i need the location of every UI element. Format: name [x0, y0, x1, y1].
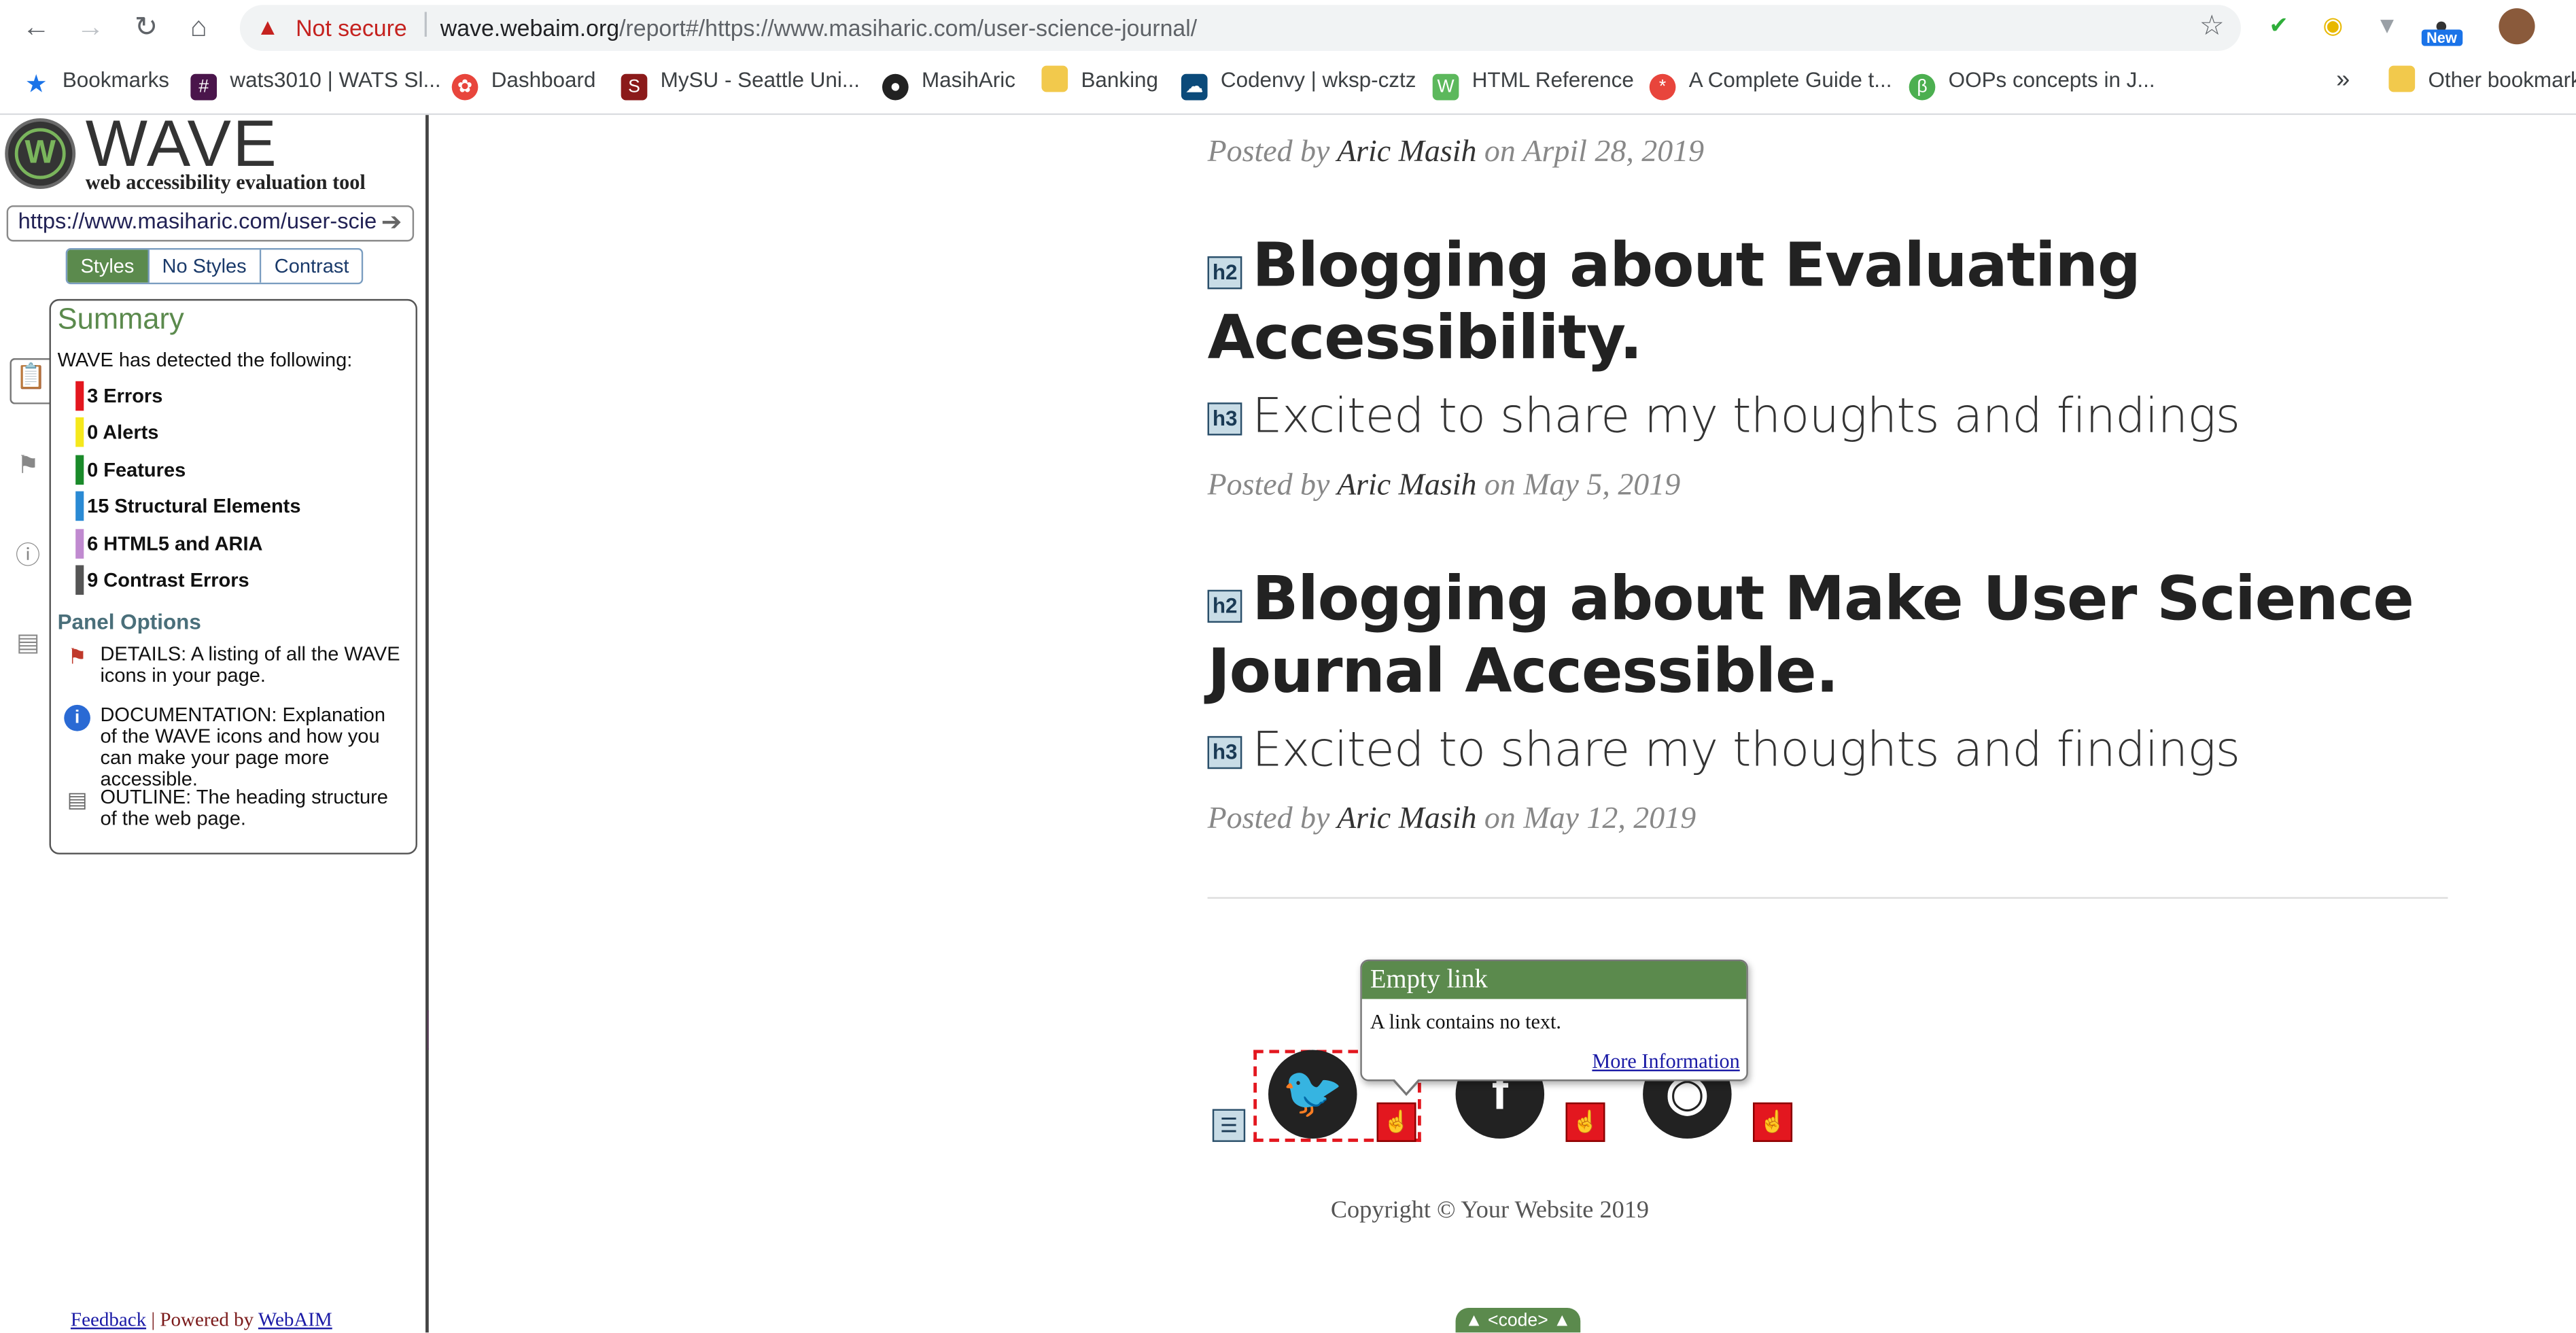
url-separator: |: [422, 10, 430, 38]
feedback-link[interactable]: Feedback: [71, 1308, 146, 1331]
empty-link-error-icon[interactable]: ☝: [1376, 1102, 1416, 1142]
h3-marker-icon: h3: [1207, 735, 1242, 769]
summary-title: Summary: [57, 302, 184, 336]
github-icon: ●: [882, 73, 909, 101]
webaim-link[interactable]: WebAIM: [258, 1308, 332, 1331]
empty-link-error-icon[interactable]: ☝: [1753, 1102, 1793, 1142]
go-arrow-icon[interactable]: ➔: [381, 207, 402, 237]
info-icon[interactable]: ⓘ: [10, 539, 46, 575]
dashboard-icon: ✿: [451, 73, 478, 101]
su-icon: S: [621, 73, 648, 101]
new-badge: New: [2421, 29, 2462, 46]
info-icon: i: [64, 704, 90, 731]
bookmark-item[interactable]: ● MasihAric: [882, 60, 1015, 101]
star-icon: ★: [24, 70, 48, 99]
url-text[interactable]: wave.webaim.org/report#/https://www.masi…: [440, 15, 1197, 41]
wave-sidebar: W WAVE web accessibility evaluation tool…: [0, 109, 429, 1333]
copyright-text: Copyright © Your Website 2019: [1330, 1198, 1650, 1224]
post-heading[interactable]: h2 Blogging about Make User Science Journ…: [1207, 564, 2456, 708]
post-subheading: h3 Excited to share my thoughts and findi…: [1207, 387, 2240, 444]
slack-icon: #: [190, 73, 217, 101]
html-icon: W: [1432, 73, 1459, 101]
page-content: Posted by Aric Masih on Arpil 28, 2019 h…: [428, 115, 2576, 1333]
tab-contrast[interactable]: Contrast: [261, 249, 362, 283]
twitter-icon[interactable]: 🐦: [1268, 1050, 1357, 1139]
forward-button[interactable]: →: [72, 10, 108, 46]
bookmark-item[interactable]: S MySU - Seattle Uni...: [621, 60, 860, 101]
h3-marker-icon: h3: [1207, 402, 1242, 436]
profile-avatar[interactable]: [2499, 8, 2535, 45]
tab-no-styles[interactable]: No Styles: [149, 249, 262, 283]
back-button[interactable]: ←: [18, 10, 54, 46]
style-toggle: Styles No Styles Contrast: [65, 247, 364, 285]
feature-swatch: [75, 455, 84, 485]
h2-marker-icon: h2: [1207, 589, 1242, 623]
bookmark-item[interactable]: ★ Bookmarks: [23, 60, 169, 100]
clipboard-icon[interactable]: 📋: [10, 358, 51, 404]
summary-panel: Summary WAVE has detected the following:…: [49, 298, 417, 854]
reload-button[interactable]: ↻: [128, 10, 164, 46]
bookmark-item[interactable]: * A Complete Guide t...: [1649, 60, 1892, 101]
bookmark-item[interactable]: # wats3010 | WATS Sl...: [190, 60, 441, 101]
folder-icon: [1041, 65, 1068, 92]
document-icon[interactable]: ▤: [10, 626, 46, 662]
contrast-swatch: [75, 565, 84, 595]
bookmark-star-icon[interactable]: ☆: [2199, 10, 2225, 43]
option-details[interactable]: ⚑ DETAILS: A listing of all the WAVE ico…: [58, 643, 406, 691]
search-extension-icon[interactable]: ◉: [2318, 10, 2348, 40]
checkmark-extension-icon[interactable]: ✔: [2264, 10, 2294, 40]
post-meta: Posted by Aric Masih on May 5, 2019: [1207, 468, 1681, 503]
bookmark-item[interactable]: ✿ Dashboard: [451, 60, 595, 101]
document-icon: ▤: [67, 786, 88, 812]
tab-styles[interactable]: Styles: [67, 249, 150, 283]
wave-subtitle: web accessibility evaluation tool: [85, 171, 366, 194]
empty-link-error-icon[interactable]: ☝: [1565, 1102, 1605, 1142]
not-secure-label[interactable]: Not secure: [296, 15, 407, 41]
folder-icon: [2388, 65, 2416, 92]
warning-icon: ▲: [256, 13, 279, 40]
flag-icon[interactable]: ⚑: [10, 449, 46, 485]
post-heading[interactable]: h2 Blogging about Evaluating Accessibilit…: [1207, 230, 2456, 375]
detected-text: WAVE has detected the following:: [57, 348, 353, 372]
oops-icon: β: [1909, 73, 1936, 101]
alert-swatch: [75, 417, 84, 447]
vue-extension-icon[interactable]: ▼: [2372, 10, 2402, 40]
address-bar[interactable]: ▲ Not secure | wave.webaim.org/report#/h…: [239, 5, 2241, 51]
bookmark-item[interactable]: β OOPs concepts in J...: [1909, 60, 2155, 101]
codenvy-icon: ☁: [1181, 73, 1208, 101]
post-subheading: h3 Excited to share my thoughts and findi…: [1207, 721, 2240, 777]
post-meta: Posted by Aric Masih on May 12, 2019: [1207, 801, 1696, 837]
wave-url-input[interactable]: https://www.masiharic.com/user-scie: [6, 205, 415, 242]
bookmarks-overflow-button[interactable]: »: [2336, 60, 2350, 100]
wave-logo-icon: W: [5, 118, 76, 189]
bookmarks-bar: ★ Bookmarks # wats3010 | WATS Sl... ✿ Dashb…: [0, 60, 2576, 101]
aria-swatch: [75, 529, 84, 559]
other-bookmarks[interactable]: Other bookmarks: [2388, 60, 2576, 100]
post-meta: Posted by Aric Masih on Arpil 28, 2019: [1207, 135, 1705, 169]
tooltip-title: Empty link: [1361, 961, 1747, 999]
code-toggle-button[interactable]: ▲ <code> ▲: [1455, 1308, 1581, 1333]
error-swatch: [75, 381, 84, 411]
home-button[interactable]: ⌂: [181, 10, 217, 46]
more-information-link[interactable]: More Information: [1592, 1050, 1739, 1075]
csstricks-icon: *: [1649, 73, 1676, 101]
h2-marker-icon: h2: [1207, 256, 1242, 290]
bookmark-item[interactable]: Banking: [1041, 60, 1158, 100]
bookmark-item[interactable]: ☁ Codenvy | wksp-cztz: [1181, 60, 1416, 101]
option-outline[interactable]: ▤ OUTLINE: The heading structure of the …: [58, 786, 406, 833]
option-documentation[interactable]: i DOCUMENTATION: Explanation of the WAVE…: [58, 704, 406, 789]
panel-options-heading: Panel Options: [57, 609, 201, 635]
list-marker-icon: ☰: [1212, 1109, 1246, 1142]
divider: [1207, 897, 2448, 899]
sidebar-footer: Feedback | Powered by WebAIM: [70, 1308, 332, 1331]
flag-icon: ⚑: [67, 644, 87, 669]
tooltip-body: A link contains no text.: [1370, 1010, 1562, 1034]
bookmark-item[interactable]: W HTML Reference: [1432, 60, 1634, 101]
structural-swatch: [75, 491, 84, 521]
browser-chrome: ← → ↻ ⌂ ▲ Not secure | wave.webaim.org/r…: [0, 0, 2576, 116]
error-tooltip: Empty link A link contains no text. More…: [1360, 959, 1748, 1096]
